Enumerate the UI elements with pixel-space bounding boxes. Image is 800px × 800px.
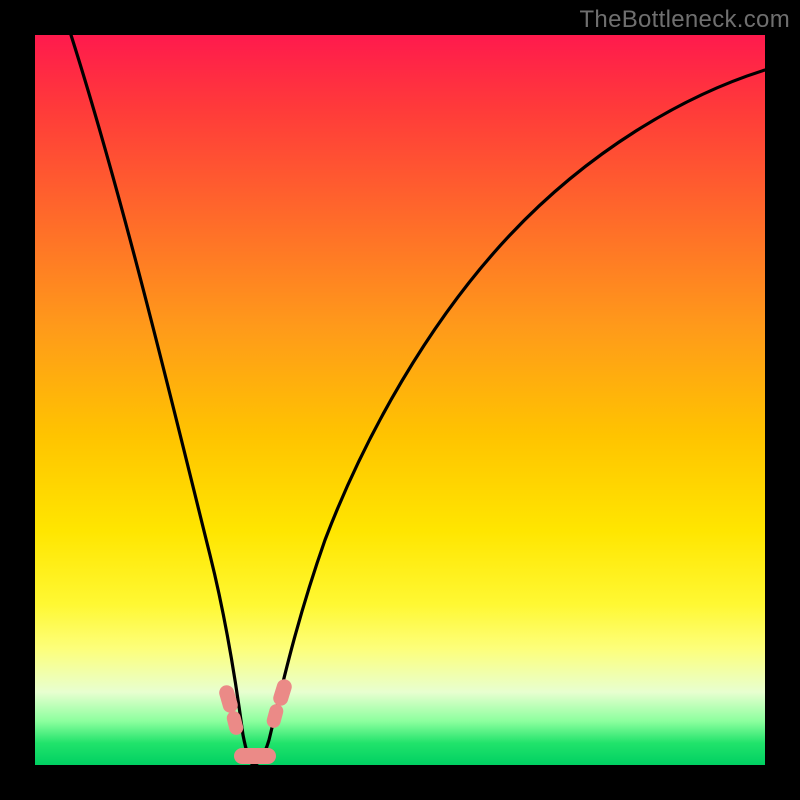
watermark-text: TheBottleneck.com [579, 6, 790, 34]
valley-marker [234, 748, 276, 764]
plot-area [35, 35, 765, 765]
chart-frame: TheBottleneck.com [0, 0, 800, 800]
curve-path [71, 35, 765, 765]
bottleneck-curve [35, 35, 765, 765]
